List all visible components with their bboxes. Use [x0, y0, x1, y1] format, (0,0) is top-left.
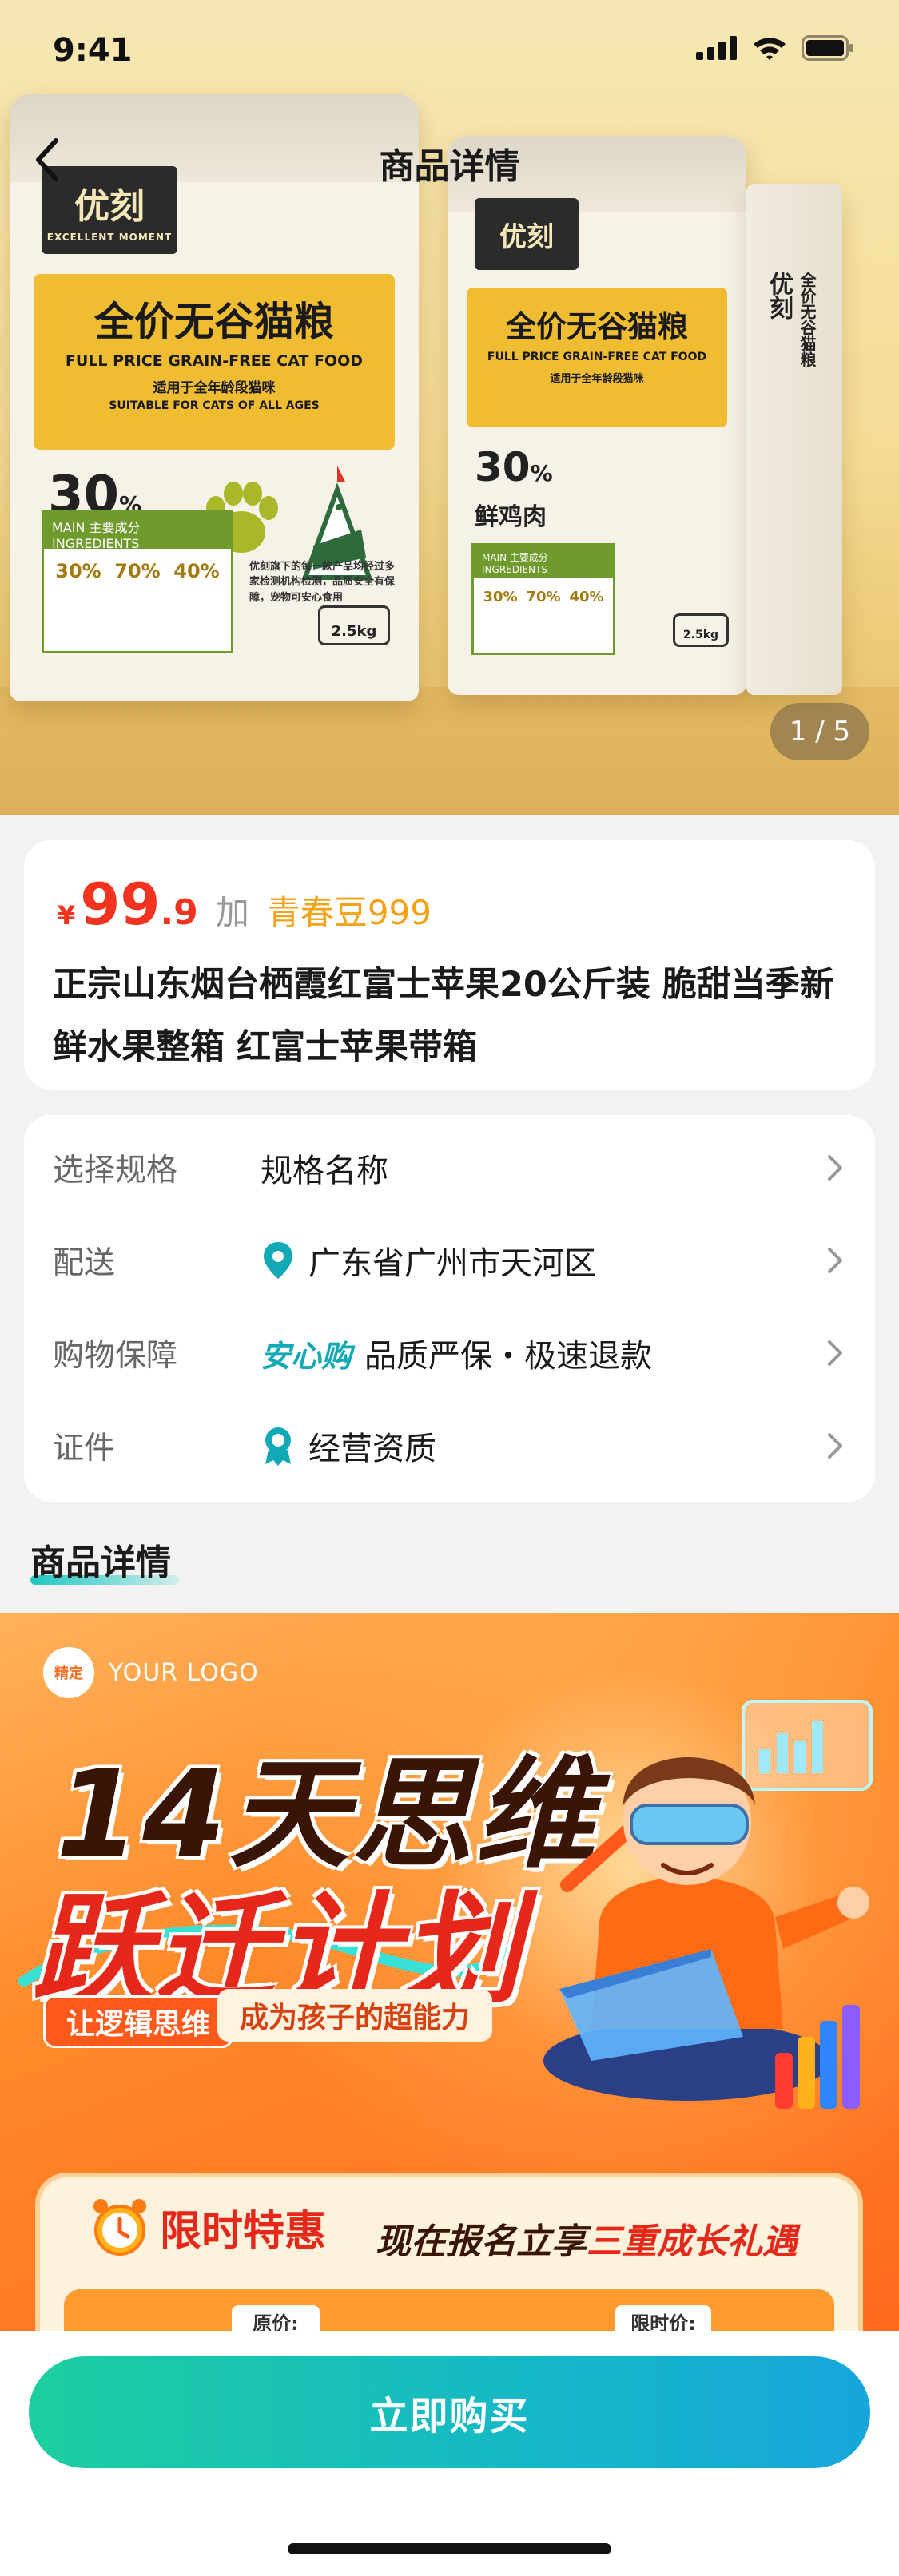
info-card: 选择规格 规格名称 配送 广东省广州市天河区 购物保障 安心购 品质严保・极速退…: [24, 1115, 875, 1502]
detail-heading: 商品详情: [30, 1542, 171, 1583]
price-line: ¥ 99 .9 加 青春豆999: [58, 875, 432, 935]
detail-banner-image: 精定 YOUR LOGO 14天思维 跃迁计划 让逻辑思维 成为孩子的超能力 限…: [0, 1613, 899, 2332]
logo-text: YOUR LOGO: [109, 1658, 259, 1687]
guarantee-label: 购物保障: [53, 1338, 178, 1374]
spec-row[interactable]: 选择规格 规格名称: [24, 1121, 875, 1214]
license-row[interactable]: 证件 经营资质: [24, 1399, 875, 1492]
price-beans: 青春豆999: [266, 893, 432, 932]
bag-weight: 2.5kg: [318, 605, 390, 645]
buy-now-button[interactable]: 立即购买: [29, 2356, 870, 2468]
license-label: 证件: [53, 1431, 116, 1467]
nav-bar: 商品详情: [0, 128, 899, 192]
gallery-pager: 1 / 5: [770, 703, 869, 760]
license-value: 经营资质: [261, 1423, 436, 1469]
award-ribbon-icon: [265, 1427, 291, 1466]
guarantee-row[interactable]: 购物保障 安心购 品质严保・极速退款: [24, 1307, 875, 1399]
bag-title-cn: 全价无谷猫粮: [94, 299, 334, 345]
home-indicator[interactable]: [288, 2543, 611, 2554]
bag-ingredients-table: MAIN 主要成分 INGREDIENTS 30% 70% 40%: [42, 510, 233, 653]
banner-tag-superpower: 成为孩子的超能力: [217, 1989, 493, 2042]
bag-description: 优刻旗下的每一款产品均经过多家检测机构检测，品质安全有保障，宠物可安心食用: [249, 560, 396, 604]
chevron-right-icon: [828, 1340, 842, 1366]
spec-value: 规格名称: [261, 1153, 388, 1189]
bottom-action-bar: 立即购买: [0, 2331, 899, 2576]
delivery-label: 配送: [53, 1245, 116, 1281]
chevron-right-icon: [828, 1155, 842, 1181]
gallery-floor: [0, 687, 899, 815]
bag-suitable-cn: 适用于全年龄段猫咪: [153, 380, 276, 396]
banner-logo: 精定 YOUR LOGO: [43, 1647, 259, 1698]
product-title: 正宗山东烟台栖霞红富士苹果20公斤装 脆甜当季新鲜水果整箱 红富士苹果带箱: [53, 965, 834, 1067]
status-bar: 9:41: [0, 0, 899, 104]
bag-title-en: FULL PRICE GRAIN-FREE CAT FOOD: [65, 352, 364, 370]
battery-icon: [802, 35, 853, 61]
limited-price-label: 限时价:: [615, 2305, 711, 2332]
product-gallery[interactable]: 优刻 EXCELLENT MOMENT 全价无谷猫粮 FULL PRICE GR…: [0, 0, 899, 815]
promo-offer: 现在报名立享三重成长礼遇: [376, 2221, 798, 2262]
bag-suitable-en: SUITABLE FOR CATS OF ALL AGES: [109, 399, 320, 412]
logo-badge: 精定: [43, 1647, 94, 1698]
currency-symbol: ¥: [58, 900, 76, 931]
status-time: 9:41: [53, 32, 133, 69]
status-icons: [696, 35, 854, 61]
banner-tag-logic: 让逻辑思维: [43, 1995, 234, 2048]
safe-buy-tag: 安心购: [261, 1338, 352, 1374]
promo-panel: 限时特惠 现在报名立享三重成长礼遇 原价: 限时价:: [35, 2173, 863, 2332]
promo-limited: 限时特惠: [88, 2195, 326, 2259]
chevron-right-icon: [828, 1433, 842, 1459]
spec-label: 选择规格: [53, 1153, 178, 1189]
wifi-icon: [754, 38, 786, 60]
bag-title-band: 全价无谷猫粮 FULL PRICE GRAIN-FREE CAT FOOD 适用…: [34, 274, 395, 450]
location-pin-icon: [264, 1242, 292, 1279]
price-integer: 99: [80, 871, 161, 938]
alarm-clock-icon: [93, 2199, 146, 2256]
page-title: 商品详情: [379, 146, 520, 187]
delivery-value: 广东省广州市天河区: [261, 1237, 596, 1284]
promo-price-strip: 原价: 限时价:: [64, 2289, 834, 2332]
signal-icon: [696, 36, 737, 60]
kid-with-laptop-illustration: [543, 1700, 873, 2109]
delivery-row[interactable]: 配送 广东省广州市天河区: [24, 1214, 875, 1307]
chevron-right-icon: [828, 1248, 842, 1273]
product-image-bag-side: 优刻 全价无谷猫粮: [746, 184, 842, 695]
product-image-bag-back: 优刻 全价无谷猫粮 FULL PRICE GRAIN-FREE CAT FOOD…: [448, 136, 746, 695]
guarantee-value: 安心购 品质严保・极速退款: [261, 1330, 652, 1376]
product-detail-page: 优刻 EXCELLENT MOMENT 全价无谷猫粮 FULL PRICE GR…: [0, 0, 899, 2576]
price-card: ¥ 99 .9 加 青春豆999 正宗山东烟台栖霞红富士苹果20公斤装 脆甜当季…: [24, 840, 875, 1090]
original-price-label: 原价:: [232, 2305, 320, 2332]
price-plus: 加: [215, 893, 249, 932]
price-decimal: .9: [160, 892, 198, 933]
